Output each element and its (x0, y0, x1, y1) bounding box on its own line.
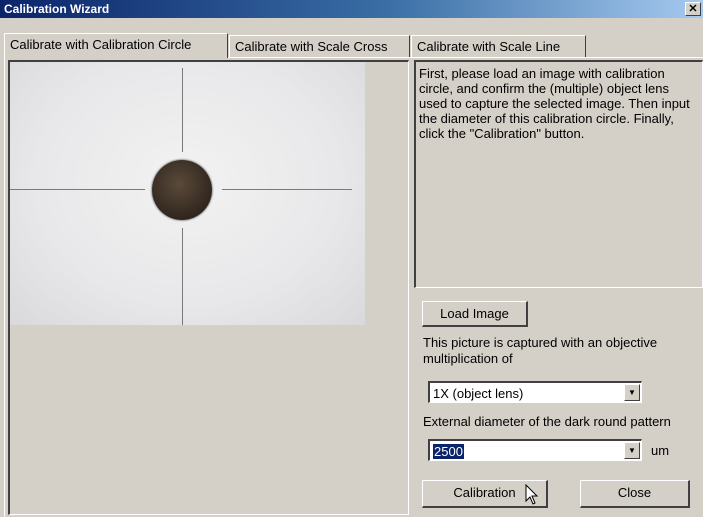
unit-label: um (651, 443, 670, 458)
objective-label: This picture is captured with an objecti… (423, 335, 658, 366)
title-bar: Calibration Wizard ✕ (0, 0, 703, 18)
load-image-button[interactable]: Load Image (422, 301, 528, 327)
crosshair-bottom (182, 228, 183, 325)
close-button[interactable]: Close (580, 480, 690, 508)
crosshair-right (222, 189, 352, 190)
crosshair-left (10, 189, 145, 190)
diameter-input[interactable]: 2500 ▼ (428, 439, 642, 461)
chevron-down-icon[interactable]: ▼ (624, 384, 640, 401)
close-window-button[interactable]: ✕ (685, 2, 701, 16)
calibration-image (10, 62, 365, 325)
mouse-pointer-icon (525, 484, 539, 505)
tab-scale-cross[interactable]: Calibrate with Scale Cross (229, 35, 410, 57)
instructions-text: First, please load an image with calibra… (414, 60, 703, 288)
chevron-down-icon[interactable]: ▼ (624, 442, 640, 459)
calibration-circle (152, 160, 212, 220)
diameter-value[interactable]: 2500 (433, 444, 464, 459)
tab-calibration-circle[interactable]: Calibrate with Calibration Circle (4, 33, 228, 58)
image-display-area (8, 60, 409, 515)
objective-select[interactable]: 1X (object lens) ▼ (428, 381, 642, 403)
window-title: Calibration Wizard (4, 2, 110, 16)
diameter-label: External diameter of the dark round patt… (423, 414, 671, 429)
crosshair-top (182, 68, 183, 152)
tab-scale-line[interactable]: Calibrate with Scale Line (411, 35, 586, 57)
objective-value: 1X (object lens) (433, 386, 524, 401)
